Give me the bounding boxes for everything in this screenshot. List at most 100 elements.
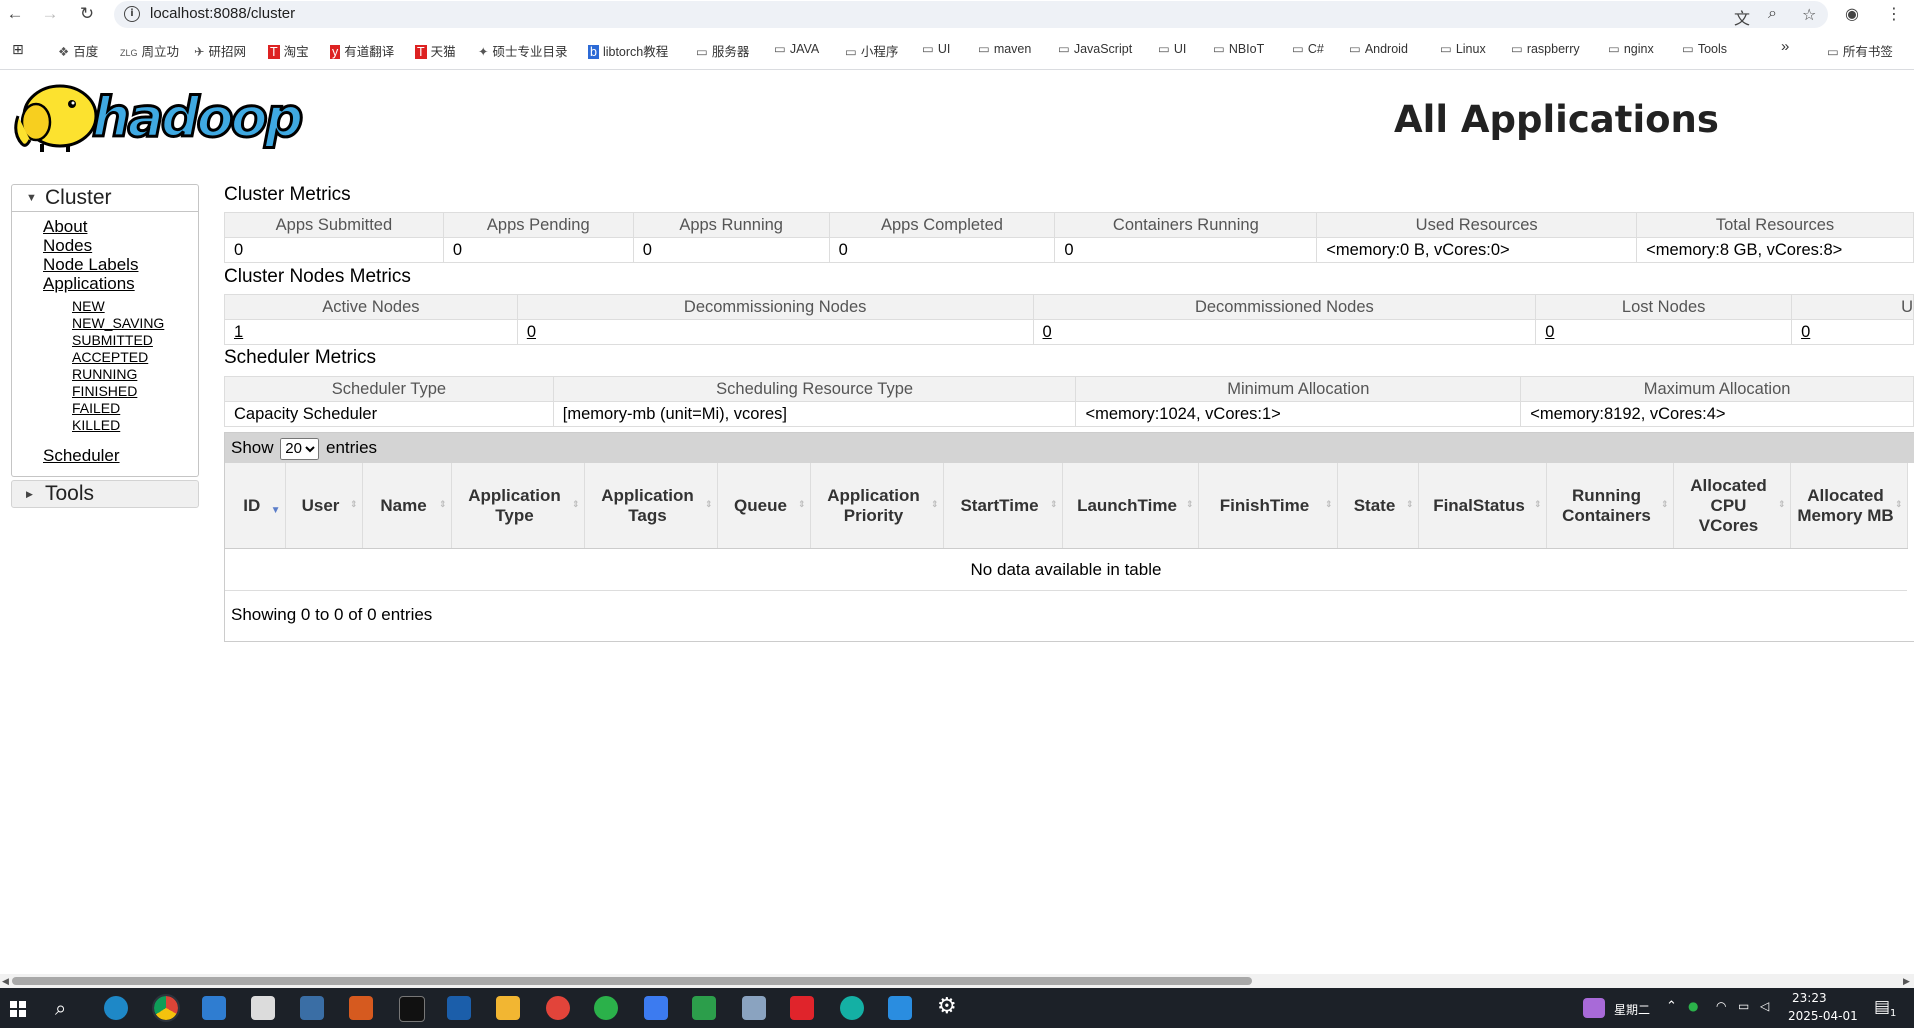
- nav-app-state-accepted[interactable]: ACCEPTED: [72, 349, 148, 365]
- wechat-icon[interactable]: [594, 996, 618, 1020]
- app-icon[interactable]: [546, 996, 570, 1020]
- battery-icon[interactable]: ▭: [1738, 999, 1749, 1013]
- scroll-left-icon[interactable]: ◀: [2, 974, 9, 988]
- decommissioning-nodes-link[interactable]: 0: [527, 323, 536, 341]
- nav-scheduler[interactable]: Scheduler: [43, 446, 120, 466]
- translate-icon[interactable]: 文: [1734, 5, 1750, 29]
- bookmarks-overflow-button[interactable]: »: [1781, 38, 1789, 55]
- all-bookmarks-folder[interactable]: ▭ 所有书签: [1827, 41, 1893, 60]
- url-text[interactable]: localhost:8088/cluster: [150, 5, 295, 22]
- page-size-select[interactable]: 20: [280, 437, 320, 460]
- bookmark-folder[interactable]: ▭ Android: [1349, 41, 1408, 56]
- app-icon[interactable]: [644, 996, 668, 1020]
- bookmark-folder[interactable]: ▭ 小程序: [845, 41, 898, 60]
- app-icon[interactable]: [692, 996, 716, 1020]
- column-header-allocated-cpu[interactable]: Allocated CPU VCores ⇕: [1673, 463, 1791, 549]
- column-header-id[interactable]: ID ▼: [225, 463, 286, 549]
- bookmark-folder[interactable]: ▭ JAVA: [774, 41, 819, 56]
- column-header-application-tags[interactable]: Application Tags ⇕: [584, 463, 718, 549]
- clock-date[interactable]: 2025-04-01: [1788, 1009, 1858, 1023]
- chrome-icon[interactable]: [152, 994, 180, 1022]
- bookmark-folder[interactable]: ▭ 服务器: [696, 41, 749, 60]
- column-header-application-type[interactable]: Application Type ⇕: [451, 463, 585, 549]
- nav-about[interactable]: About: [43, 217, 87, 237]
- wps-icon[interactable]: [790, 996, 814, 1020]
- tray-expand-icon[interactable]: ⌃: [1666, 999, 1677, 1014]
- terminal-icon[interactable]: [399, 996, 425, 1022]
- back-icon[interactable]: ←: [3, 2, 27, 26]
- active-nodes-link[interactable]: 1: [234, 323, 243, 341]
- scrollbar-thumb[interactable]: [12, 977, 1252, 985]
- nav-app-state-submitted[interactable]: SUBMITTED: [72, 332, 153, 348]
- column-header-name[interactable]: Name ⇕: [362, 463, 452, 549]
- address-bar[interactable]: i localhost:8088/cluster 文 ⌕ ☆: [114, 1, 1828, 28]
- nav-node-labels[interactable]: Node Labels: [43, 255, 138, 275]
- lost-nodes-link[interactable]: 0: [1545, 323, 1554, 341]
- calendar-icon[interactable]: [1583, 998, 1605, 1018]
- forward-icon[interactable]: →: [38, 2, 62, 26]
- zoom-icon[interactable]: ⌕: [1768, 5, 1777, 23]
- unhealthy-nodes-link[interactable]: 0: [1801, 323, 1810, 341]
- nav-app-state-killed[interactable]: KILLED: [72, 417, 120, 433]
- settings-gear-icon[interactable]: ⚙: [937, 994, 957, 1019]
- app-icon[interactable]: [300, 996, 324, 1020]
- bookmark-item[interactable]: ✦ 硕士专业目录: [478, 41, 568, 60]
- nav-app-state-new-saving[interactable]: NEW_SAVING: [72, 315, 164, 331]
- profile-icon[interactable]: ◉: [1845, 4, 1859, 24]
- bookmark-item[interactable]: ZLG 周立功: [120, 41, 179, 60]
- app-icon[interactable]: [840, 996, 864, 1020]
- volume-icon[interactable]: ◁: [1760, 999, 1769, 1013]
- camera-icon[interactable]: [742, 996, 766, 1020]
- column-header-finish-time[interactable]: FinishTime ⇕: [1198, 463, 1338, 549]
- search-icon[interactable]: ⌕: [55, 996, 66, 1020]
- site-info-icon[interactable]: i: [124, 6, 140, 22]
- wifi-icon[interactable]: ◠: [1716, 999, 1726, 1013]
- apps-grid-icon[interactable]: ⊞: [12, 41, 24, 58]
- horizontal-scrollbar[interactable]: ◀ ▶: [0, 974, 1914, 988]
- bookmark-item[interactable]: ❖ 百度: [58, 41, 98, 60]
- nav-app-state-new[interactable]: NEW: [72, 298, 105, 314]
- app-icon[interactable]: [888, 996, 912, 1020]
- nav-app-state-failed[interactable]: FAILED: [72, 400, 120, 416]
- cluster-section-header[interactable]: ▼ Cluster: [11, 184, 199, 212]
- scroll-right-icon[interactable]: ▶: [1903, 974, 1910, 988]
- bookmark-folder[interactable]: ▭ NBIoT: [1213, 41, 1264, 56]
- clock-time[interactable]: 23:23: [1792, 991, 1827, 1005]
- column-header-final-status[interactable]: FinalStatus ⇕: [1418, 463, 1547, 549]
- powershell-icon[interactable]: [447, 996, 471, 1020]
- bookmark-item[interactable]: b libtorch教程: [588, 41, 668, 60]
- bookmark-folder[interactable]: ▭ raspberry: [1511, 41, 1580, 56]
- bookmark-star-icon[interactable]: ☆: [1802, 5, 1816, 25]
- decommissioned-nodes-link[interactable]: 0: [1043, 323, 1052, 341]
- app-icon[interactable]: [251, 996, 275, 1020]
- column-header-allocated-memory[interactable]: Allocated Memory MB ⇕: [1790, 463, 1908, 549]
- dev-tools-icon[interactable]: [349, 996, 373, 1020]
- bookmark-folder[interactable]: ▭ UI: [1158, 41, 1186, 56]
- bookmark-folder[interactable]: ▭ maven: [978, 41, 1031, 56]
- wechat-tray-icon[interactable]: ●: [1688, 999, 1698, 1013]
- edge-icon[interactable]: [104, 996, 128, 1020]
- column-header-queue[interactable]: Queue ⇕: [717, 463, 811, 549]
- windows-start-icon[interactable]: [10, 1001, 26, 1017]
- nav-applications[interactable]: Applications: [43, 274, 135, 294]
- file-explorer-icon[interactable]: [496, 996, 520, 1020]
- notifications-icon[interactable]: ▤: [1874, 997, 1890, 1017]
- column-header-running-containers[interactable]: Running Containers ⇕: [1546, 463, 1674, 549]
- bookmark-item[interactable]: T 淘宝: [268, 41, 309, 60]
- column-header-application-priority[interactable]: Application Priority ⇕: [810, 463, 944, 549]
- tools-section-header[interactable]: ▶ Tools: [11, 480, 199, 508]
- reload-icon[interactable]: ↻: [75, 2, 99, 26]
- app-icon[interactable]: [202, 996, 226, 1020]
- column-header-start-time[interactable]: StartTime ⇕: [943, 463, 1063, 549]
- bookmark-item[interactable]: ✈ 研招网: [194, 41, 246, 60]
- bookmark-item[interactable]: T 天猫: [415, 41, 456, 60]
- column-header-user[interactable]: User ⇕: [285, 463, 363, 549]
- bookmark-folder[interactable]: ▭ Tools: [1682, 41, 1727, 56]
- column-header-state[interactable]: State ⇕: [1337, 463, 1419, 549]
- nav-app-state-running[interactable]: RUNNING: [72, 366, 137, 382]
- menu-icon[interactable]: ⋮: [1886, 4, 1902, 24]
- bookmark-folder[interactable]: ▭ JavaScript: [1058, 41, 1132, 56]
- bookmark-item[interactable]: y 有道翻译: [330, 41, 394, 60]
- nav-nodes[interactable]: Nodes: [43, 236, 92, 256]
- bookmark-folder[interactable]: ▭ C#: [1292, 41, 1324, 56]
